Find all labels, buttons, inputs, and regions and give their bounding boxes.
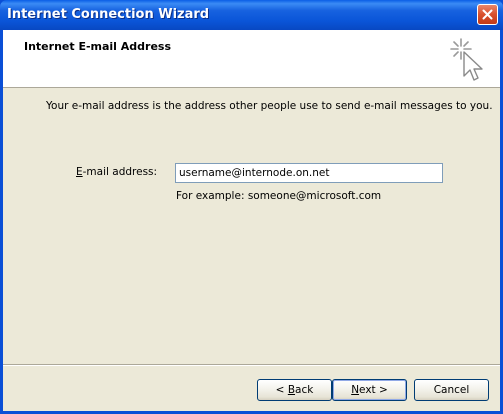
page-title: Internet E-mail Address: [24, 40, 172, 53]
next-button-accelerator: N: [351, 384, 360, 396]
email-address-label: E-mail address:: [76, 166, 157, 178]
wizard-client-area: Internet E-mail Address Your e-mail addr…: [3, 30, 500, 411]
back-button-prefix: <: [275, 384, 288, 396]
window-title: Internet Connection Wizard: [7, 7, 210, 22]
footer-divider: [3, 364, 500, 366]
email-label-text: -mail address:: [82, 166, 158, 178]
close-icon: [482, 9, 493, 20]
description-text: Your e-mail address is the address other…: [46, 100, 493, 112]
back-button-label: ack: [295, 384, 314, 396]
wizard-sparkle-cursor-icon: [450, 38, 483, 81]
email-label-accelerator: E: [76, 166, 83, 178]
next-button-label: ext >: [359, 384, 388, 396]
back-button[interactable]: < Back: [257, 379, 332, 401]
next-button[interactable]: Next >: [332, 379, 407, 401]
title-bar[interactable]: Internet Connection Wizard: [0, 0, 503, 30]
email-address-input[interactable]: [175, 163, 443, 183]
cancel-button[interactable]: Cancel: [414, 379, 489, 401]
close-button[interactable]: [477, 4, 498, 25]
wizard-window: Internet Connection Wizard Internet E-ma…: [0, 0, 503, 414]
back-button-accelerator: B: [287, 384, 296, 396]
email-example-hint: For example: someone@microsoft.com: [176, 190, 382, 202]
wizard-header: Internet E-mail Address: [3, 30, 500, 88]
